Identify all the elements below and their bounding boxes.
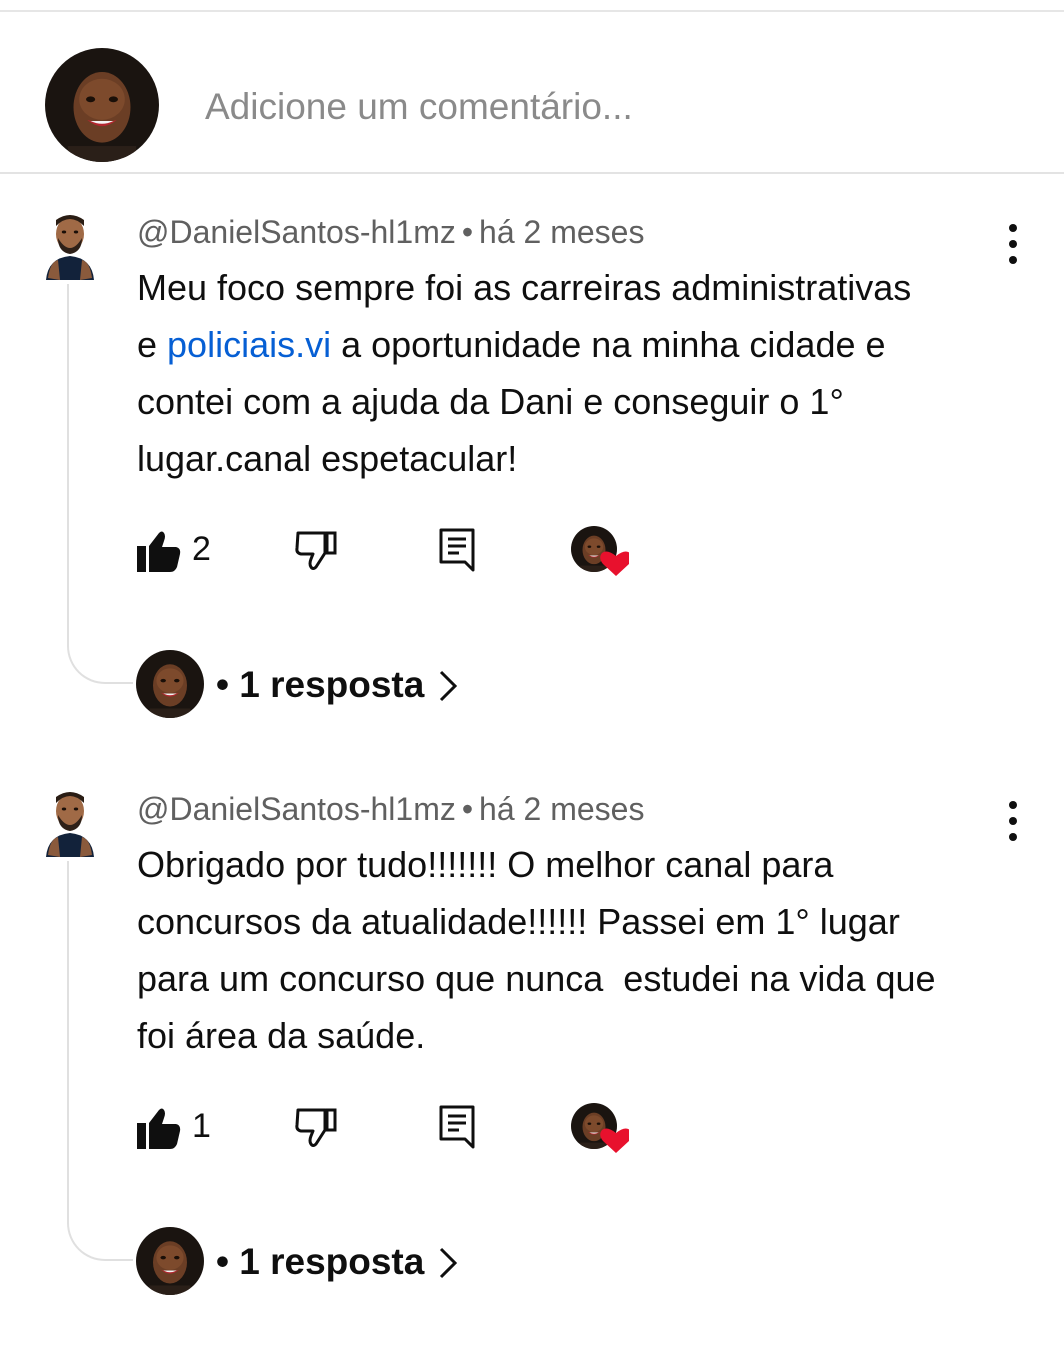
dislike-icon[interactable]: [294, 530, 338, 570]
like-count: 1: [192, 1107, 211, 1145]
comment-meta: @DanielSantos-hl1mz • há 2 meses: [137, 791, 644, 828]
comment-author[interactable]: @DanielSantos-hl1mz: [137, 791, 456, 827]
reply-icon[interactable]: [439, 1105, 475, 1149]
comment-link[interactable]: policiais.vi: [167, 324, 331, 365]
comment-text: Obrigado por tudo!!!!!!! O melhor canal …: [137, 844, 936, 1056]
comment-time: há 2 meses: [479, 791, 645, 827]
like-count: 2: [192, 530, 211, 568]
comment-meta: @DanielSantos-hl1mz • há 2 meses: [137, 214, 644, 251]
comment-time: há 2 meses: [479, 214, 645, 250]
reply-icon[interactable]: [439, 528, 475, 572]
comments-divider: [0, 172, 1064, 174]
reply-author-avatar: [136, 1227, 204, 1295]
thread-connector-line: [67, 861, 133, 1261]
chevron-right-icon: [439, 1247, 458, 1279]
thread-connector-line: [67, 284, 133, 684]
like-icon[interactable]: [137, 530, 181, 572]
reply-author-avatar: [136, 650, 204, 718]
dislike-icon[interactable]: [294, 1107, 338, 1147]
author-avatar[interactable]: [38, 785, 102, 857]
comment-text: Meu foco sempre foi as carreiras adminis…: [137, 259, 1017, 487]
comment-author[interactable]: @DanielSantos-hl1mz: [137, 214, 456, 250]
replies-count-label[interactable]: • 1 resposta: [216, 664, 424, 706]
creator-heart-icon: [571, 526, 629, 576]
replies-count-label[interactable]: • 1 resposta: [216, 1241, 424, 1283]
current-user-avatar: [45, 48, 159, 162]
chevron-right-icon: [439, 670, 458, 702]
meta-separator: •: [461, 214, 474, 250]
like-icon[interactable]: [137, 1107, 181, 1149]
meta-separator: •: [461, 791, 474, 827]
add-comment-placeholder[interactable]: Adicione um comentário...: [205, 86, 633, 128]
creator-heart-icon: [571, 1103, 629, 1153]
author-avatar[interactable]: [38, 208, 102, 280]
add-comment-row[interactable]: Adicione um comentário...: [0, 12, 1064, 174]
